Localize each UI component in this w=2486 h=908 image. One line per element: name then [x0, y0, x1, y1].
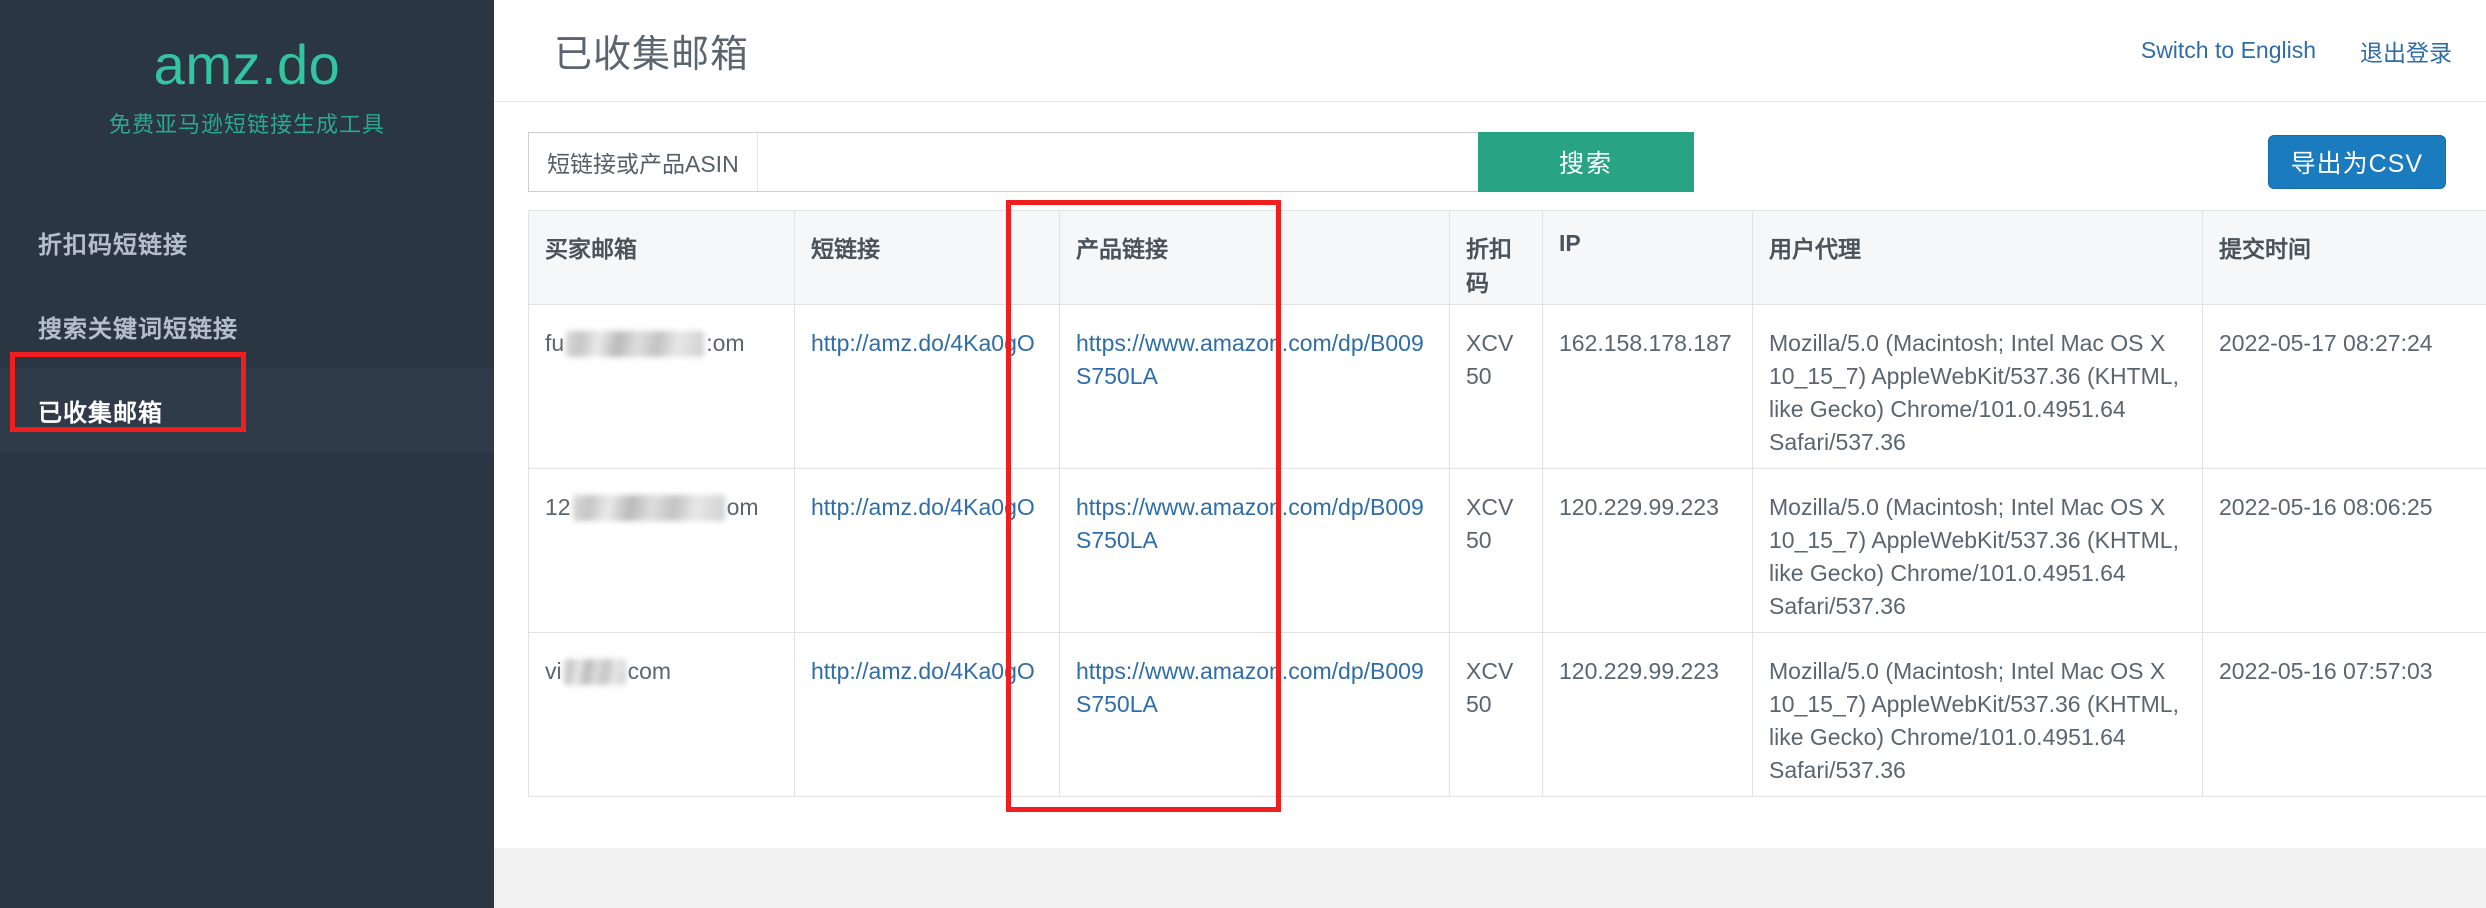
page-footer-strip: [494, 848, 2486, 908]
sidebar-item-collected-emails[interactable]: 已收集邮箱: [0, 368, 494, 453]
column-header-submit-time: 提交时间: [2202, 210, 2486, 305]
cell-user-agent: Mozilla/5.0 (Macintosh; Intel Mac OS X 1…: [1752, 468, 2203, 633]
cell-buyer-email: vi com: [528, 632, 795, 797]
redacted-email: 12 om: [545, 491, 778, 524]
cell-submit-time: 2022-05-17 08:27:24: [2202, 304, 2486, 469]
email-prefix: vi: [545, 658, 562, 684]
email-suffix: com: [627, 658, 672, 684]
cell-product-link: https://www.amazon.com/dp/B009S750LA: [1059, 468, 1450, 633]
email-prefix: 12: [545, 494, 571, 520]
cell-discount-code: XCV50: [1449, 304, 1543, 469]
short-link-anchor[interactable]: http://amz.do/4Ka0gO: [811, 494, 1035, 520]
search-button[interactable]: 搜索: [1478, 132, 1694, 192]
redacted-email: vi com: [545, 655, 778, 688]
sidebar-item-label: 搜索关键词短链接: [38, 316, 238, 344]
logout-link[interactable]: 退出登录: [2360, 34, 2452, 68]
cell-short-link: http://amz.do/4Ka0gO: [794, 304, 1060, 469]
redaction-blur: [566, 330, 705, 357]
sidebar-item-label: 已收集邮箱: [38, 400, 163, 428]
cell-product-link: https://www.amazon.com/dp/B009S750LA: [1059, 632, 1450, 797]
cell-user-agent: Mozilla/5.0 (Macintosh; Intel Mac OS X 1…: [1752, 304, 2203, 469]
cell-short-link: http://amz.do/4Ka0gO: [794, 468, 1060, 633]
redacted-email: fu :om: [545, 327, 778, 360]
main-content: 已收集邮箱 Switch to English 退出登录 短链接或产品ASIN …: [494, 0, 2486, 908]
cell-ip: 162.158.178.187: [1542, 304, 1753, 469]
search-input[interactable]: [757, 132, 1478, 192]
table-header-row: 买家邮箱 短链接 产品链接 折扣码 IP 用户代理 提交时间: [528, 210, 2486, 305]
emails-table-wrapper: 买家邮箱 短链接 产品链接 折扣码 IP 用户代理 提交时间 fu:om ht…: [528, 210, 2486, 797]
table-body: fu :om http://amz.do/4Ka0gO https://www.…: [528, 304, 2486, 797]
cell-discount-code: XCV50: [1449, 632, 1543, 797]
sidebar: amz.do 免费亚马逊短链接生成工具 折扣码短链接 搜索关键词短链接 已收集邮…: [0, 0, 494, 908]
cell-ip: 120.229.99.223: [1542, 632, 1753, 797]
column-header-short-link: 短链接: [794, 210, 1060, 305]
page-title: 已收集邮箱: [554, 34, 750, 76]
cell-buyer-email: 12 om: [528, 468, 795, 633]
redaction-blur: [572, 494, 725, 521]
cell-ip: 120.229.99.223: [1542, 468, 1753, 633]
toolbar-row: 短链接或产品ASIN 搜索 导出为CSV: [528, 132, 2452, 192]
table-row: fu :om http://amz.do/4Ka0gO https://www.…: [528, 304, 2486, 469]
cell-product-link: https://www.amazon.com/dp/B009S750LA: [1059, 304, 1450, 469]
product-link-anchor[interactable]: https://www.amazon.com/dp/B009S750LA: [1076, 494, 1424, 553]
cell-short-link: http://amz.do/4Ka0gO: [794, 632, 1060, 797]
brand-tagline: 免费亚马逊短链接生成工具: [108, 111, 385, 137]
switch-language-link[interactable]: Switch to English: [2141, 37, 2316, 64]
search-group: 短链接或产品ASIN 搜索: [528, 132, 1694, 192]
sidebar-nav: 折扣码短链接 搜索关键词短链接 已收集邮箱: [0, 201, 494, 453]
search-input-addon-label: 短链接或产品ASIN: [528, 132, 758, 192]
column-header-buyer-email: 买家邮箱: [528, 210, 795, 305]
top-bar: 已收集邮箱 Switch to English 退出登录: [494, 0, 2486, 102]
cell-user-agent: Mozilla/5.0 (Macintosh; Intel Mac OS X 1…: [1752, 632, 2203, 797]
cell-discount-code: XCV50: [1449, 468, 1543, 633]
cell-submit-time: 2022-05-16 08:06:25: [2202, 468, 2486, 633]
sidebar-item-keyword-short-link[interactable]: 搜索关键词短链接: [0, 285, 494, 369]
redaction-blur: [563, 658, 626, 685]
brand-logo-text: amz.do: [153, 33, 341, 96]
product-link-anchor[interactable]: https://www.amazon.com/dp/B009S750LA: [1076, 330, 1424, 389]
short-link-anchor[interactable]: http://amz.do/4Ka0gO: [811, 658, 1035, 684]
column-header-ip: IP: [1542, 210, 1753, 305]
sidebar-item-label: 折扣码短链接: [38, 232, 188, 260]
top-bar-actions: Switch to English 退出登录: [2141, 34, 2452, 68]
short-link-anchor[interactable]: http://amz.do/4Ka0gO: [811, 330, 1035, 356]
column-header-user-agent: 用户代理: [1752, 210, 2203, 305]
email-suffix: om: [726, 494, 759, 520]
table-row: 12 om http://amz.do/4Ka0gO https://www.a…: [528, 468, 2486, 633]
cell-submit-time: 2022-05-16 07:57:03: [2202, 632, 2486, 797]
content-area: 短链接或产品ASIN 搜索 导出为CSV 买家邮箱 短链接 产品链接 折扣码 I…: [494, 102, 2486, 908]
app-root: amz.do 免费亚马逊短链接生成工具 折扣码短链接 搜索关键词短链接 已收集邮…: [0, 0, 2486, 908]
email-prefix: fu: [545, 330, 565, 356]
table-row: vi com http://amz.do/4Ka0gO https://www.…: [528, 632, 2486, 797]
brand: amz.do 免费亚马逊短链接生成工具: [0, 0, 494, 139]
email-suffix: :om: [706, 330, 745, 356]
sidebar-item-discount-short-link[interactable]: 折扣码短链接: [0, 201, 494, 285]
product-link-anchor[interactable]: https://www.amazon.com/dp/B009S750LA: [1076, 658, 1424, 717]
column-header-discount-code: 折扣码: [1449, 210, 1543, 305]
table-head: 买家邮箱 短链接 产品链接 折扣码 IP 用户代理 提交时间: [528, 210, 2486, 305]
cell-buyer-email: fu :om: [528, 304, 795, 469]
column-header-product-link: 产品链接: [1059, 210, 1450, 305]
export-csv-button[interactable]: 导出为CSV: [2267, 135, 2446, 189]
collected-emails-table: 买家邮箱 短链接 产品链接 折扣码 IP 用户代理 提交时间 fu:om ht…: [528, 210, 2486, 797]
